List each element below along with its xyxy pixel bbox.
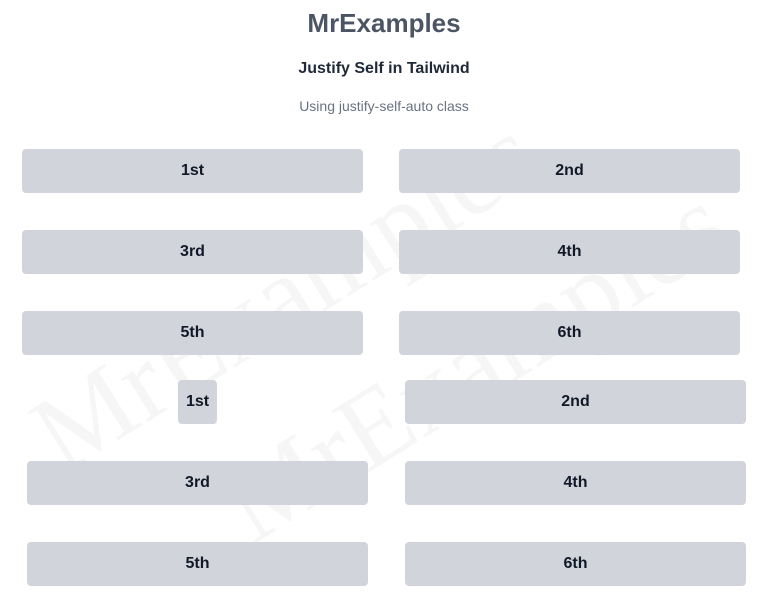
grid-item: 2nd	[405, 380, 746, 424]
grid-item: 1st	[22, 149, 363, 193]
grid-item: 6th	[399, 311, 740, 355]
grid-item: 4th	[405, 461, 746, 505]
grid-item: 3rd	[27, 461, 368, 505]
grid-item: 5th	[22, 311, 363, 355]
grid-item-justify-self-auto: 1st	[178, 380, 217, 424]
grid-item: 3rd	[22, 230, 363, 274]
grid-item: 6th	[405, 542, 746, 586]
watermark: MrExamples	[200, 159, 749, 568]
grid-item: 4th	[399, 230, 740, 274]
page-subtitle: Justify Self in Tailwind	[298, 60, 470, 77]
grid-item: 2nd	[399, 149, 740, 193]
grid-item: 5th	[27, 542, 368, 586]
page-title: MrExamples	[307, 8, 461, 38]
page-description: Using justify-self-auto class	[299, 98, 469, 114]
